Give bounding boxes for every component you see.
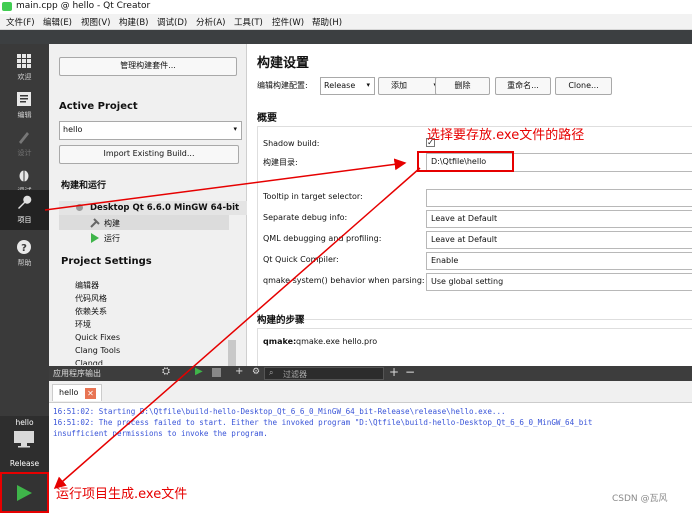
annotation-arrows [44,158,421,489]
watermark: CSDN @瓦风 [612,494,668,504]
arrow-projects-to-builddir [44,158,407,211]
path-annotation: 选择要存放.exe文件的路径 [427,128,585,143]
arrow-builddir-to-run [53,167,421,489]
run-annotation: 运行项目生成.exe文件 [56,487,188,502]
